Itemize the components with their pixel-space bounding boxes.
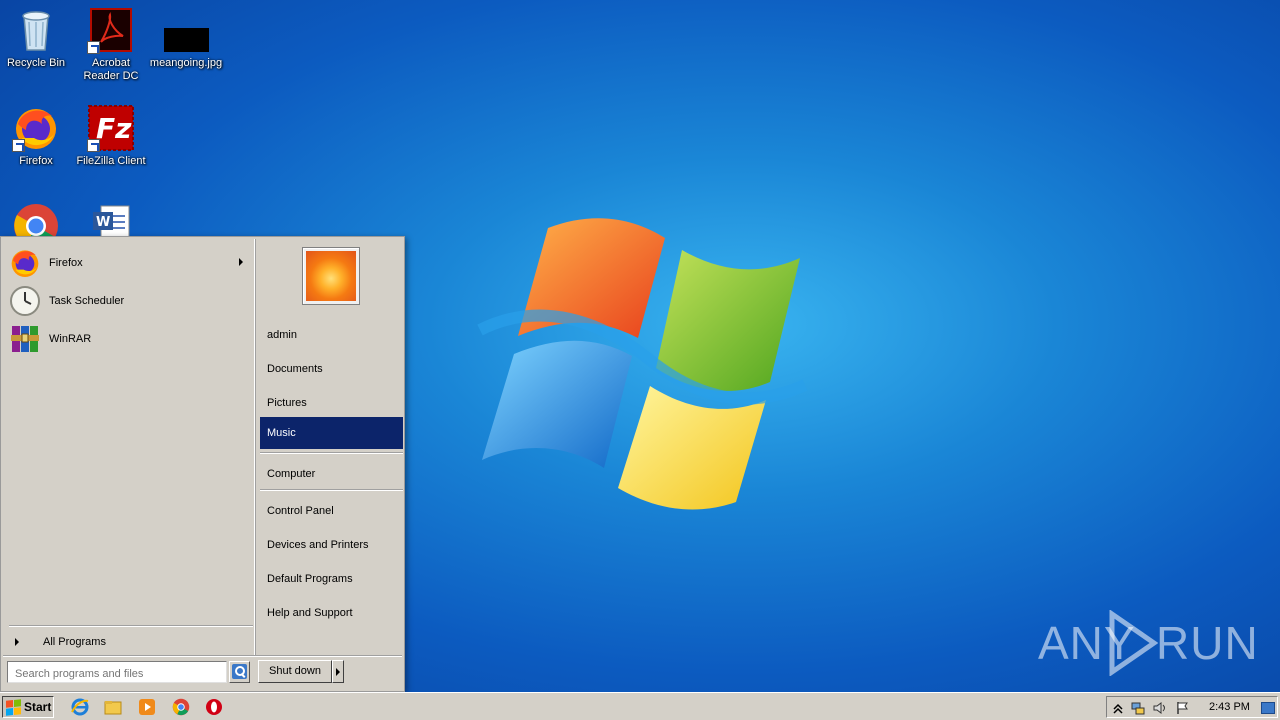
desktop-icon-recycle-bin[interactable]: Recycle Bin	[0, 6, 74, 70]
svg-text:Fz: Fz	[96, 112, 132, 145]
pinned-item-winrar[interactable]: WinRAR	[9, 321, 249, 357]
pinned-item-firefox[interactable]: Firefox	[9, 245, 249, 281]
acrobat-icon	[87, 6, 135, 54]
start-label: Start	[24, 700, 52, 714]
start-menu-places-pane: admin Documents Pictures Music Computer …	[256, 239, 404, 655]
desktop-icon-label: Recycle Bin	[6, 57, 66, 69]
watermark-right-text: RUN	[1156, 617, 1259, 669]
search-input[interactable]	[7, 661, 227, 683]
pinned-item-label: Task Scheduler	[49, 295, 125, 307]
divider	[3, 655, 402, 657]
taskbar: Start 2:43 PM	[0, 692, 1280, 720]
divider	[9, 625, 253, 627]
volume-icon[interactable]	[1153, 701, 1167, 715]
desktop-icon-filezilla[interactable]: Fz FileZilla Client	[73, 104, 149, 168]
firefox-icon	[12, 104, 60, 152]
start-menu-programs-pane: Firefox Task Scheduler WinRAR All Progra…	[3, 239, 254, 655]
arrow-right-icon	[15, 638, 19, 646]
flower-picture	[306, 251, 356, 301]
places-item-control-panel[interactable]: Control Panel	[260, 495, 403, 527]
places-item-music[interactable]: Music	[260, 417, 403, 449]
action-center-flag-icon[interactable]	[1175, 701, 1189, 715]
opera-icon[interactable]	[205, 698, 223, 716]
places-item-pictures[interactable]: Pictures	[260, 387, 403, 419]
winrar-icon	[9, 323, 41, 355]
pinned-item-label: WinRAR	[49, 333, 92, 345]
clock-icon	[9, 285, 41, 317]
desktop-icon-meangoing-jpg[interactable]: meangoing.jpg	[148, 6, 224, 70]
divider	[260, 489, 403, 491]
network-icon[interactable]	[1131, 701, 1145, 715]
desktop-icon-firefox[interactable]: Firefox	[0, 104, 74, 168]
places-item-computer[interactable]: Computer	[260, 458, 403, 490]
pinned-item-task-scheduler[interactable]: Task Scheduler	[9, 283, 249, 319]
search-icon	[232, 664, 247, 679]
all-programs-label: All Programs	[43, 636, 106, 648]
start-menu: Firefox Task Scheduler WinRAR All Progra…	[0, 236, 405, 692]
places-item-documents[interactable]: Documents	[260, 353, 403, 385]
places-item-devices-and-printers[interactable]: Devices and Printers	[260, 529, 403, 561]
start-button[interactable]: Start	[2, 696, 54, 718]
anyrun-watermark: ANY RUN	[1038, 608, 1258, 678]
explorer-folder-icon[interactable]	[104, 698, 122, 716]
media-player-icon[interactable]	[138, 698, 156, 716]
user-avatar[interactable]	[302, 247, 360, 305]
all-programs-button[interactable]: All Programs	[9, 631, 249, 653]
shutdown-button[interactable]: Shut down	[258, 660, 332, 683]
places-item-admin[interactable]: admin	[260, 319, 403, 351]
show-hidden-icons-icon[interactable]	[1111, 701, 1125, 715]
windows-flag-icon	[6, 698, 21, 716]
shortcut-arrow-icon	[87, 41, 100, 54]
image-file-icon	[162, 6, 210, 54]
shortcut-arrow-icon	[87, 139, 100, 152]
svg-text:W: W	[96, 215, 110, 230]
desktop-icon-label: Firefox	[19, 155, 53, 167]
system-tray: 2:43 PM	[1106, 696, 1278, 718]
show-desktop-icon[interactable]	[1261, 702, 1275, 714]
desktop-icon-label: FileZilla Client	[76, 155, 146, 167]
places-item-help-and-support[interactable]: Help and Support	[260, 597, 403, 629]
recycle-bin-icon	[12, 6, 60, 54]
firefox-icon	[9, 247, 41, 279]
desktop-icon-label: Acrobat Reader DC	[83, 57, 139, 82]
filezilla-icon: Fz	[87, 104, 135, 152]
chrome-icon[interactable]	[172, 698, 190, 716]
desktop-icon-acrobat-reader[interactable]: Acrobat Reader DC	[73, 6, 149, 83]
play-triangle-icon	[1109, 610, 1158, 676]
pinned-item-label: Firefox	[49, 257, 83, 269]
submenu-arrow-icon[interactable]	[239, 258, 243, 266]
windows-logo-wallpaper	[470, 210, 810, 520]
places-item-default-programs[interactable]: Default Programs	[260, 563, 403, 595]
shortcut-arrow-icon	[12, 139, 25, 152]
divider	[260, 452, 403, 454]
search-button[interactable]	[229, 661, 250, 683]
clock[interactable]: 2:43 PM	[1209, 701, 1250, 713]
shutdown-options-button[interactable]	[332, 660, 344, 683]
internet-explorer-icon[interactable]	[71, 698, 89, 716]
desktop-icon-label: meangoing.jpg	[149, 57, 223, 69]
